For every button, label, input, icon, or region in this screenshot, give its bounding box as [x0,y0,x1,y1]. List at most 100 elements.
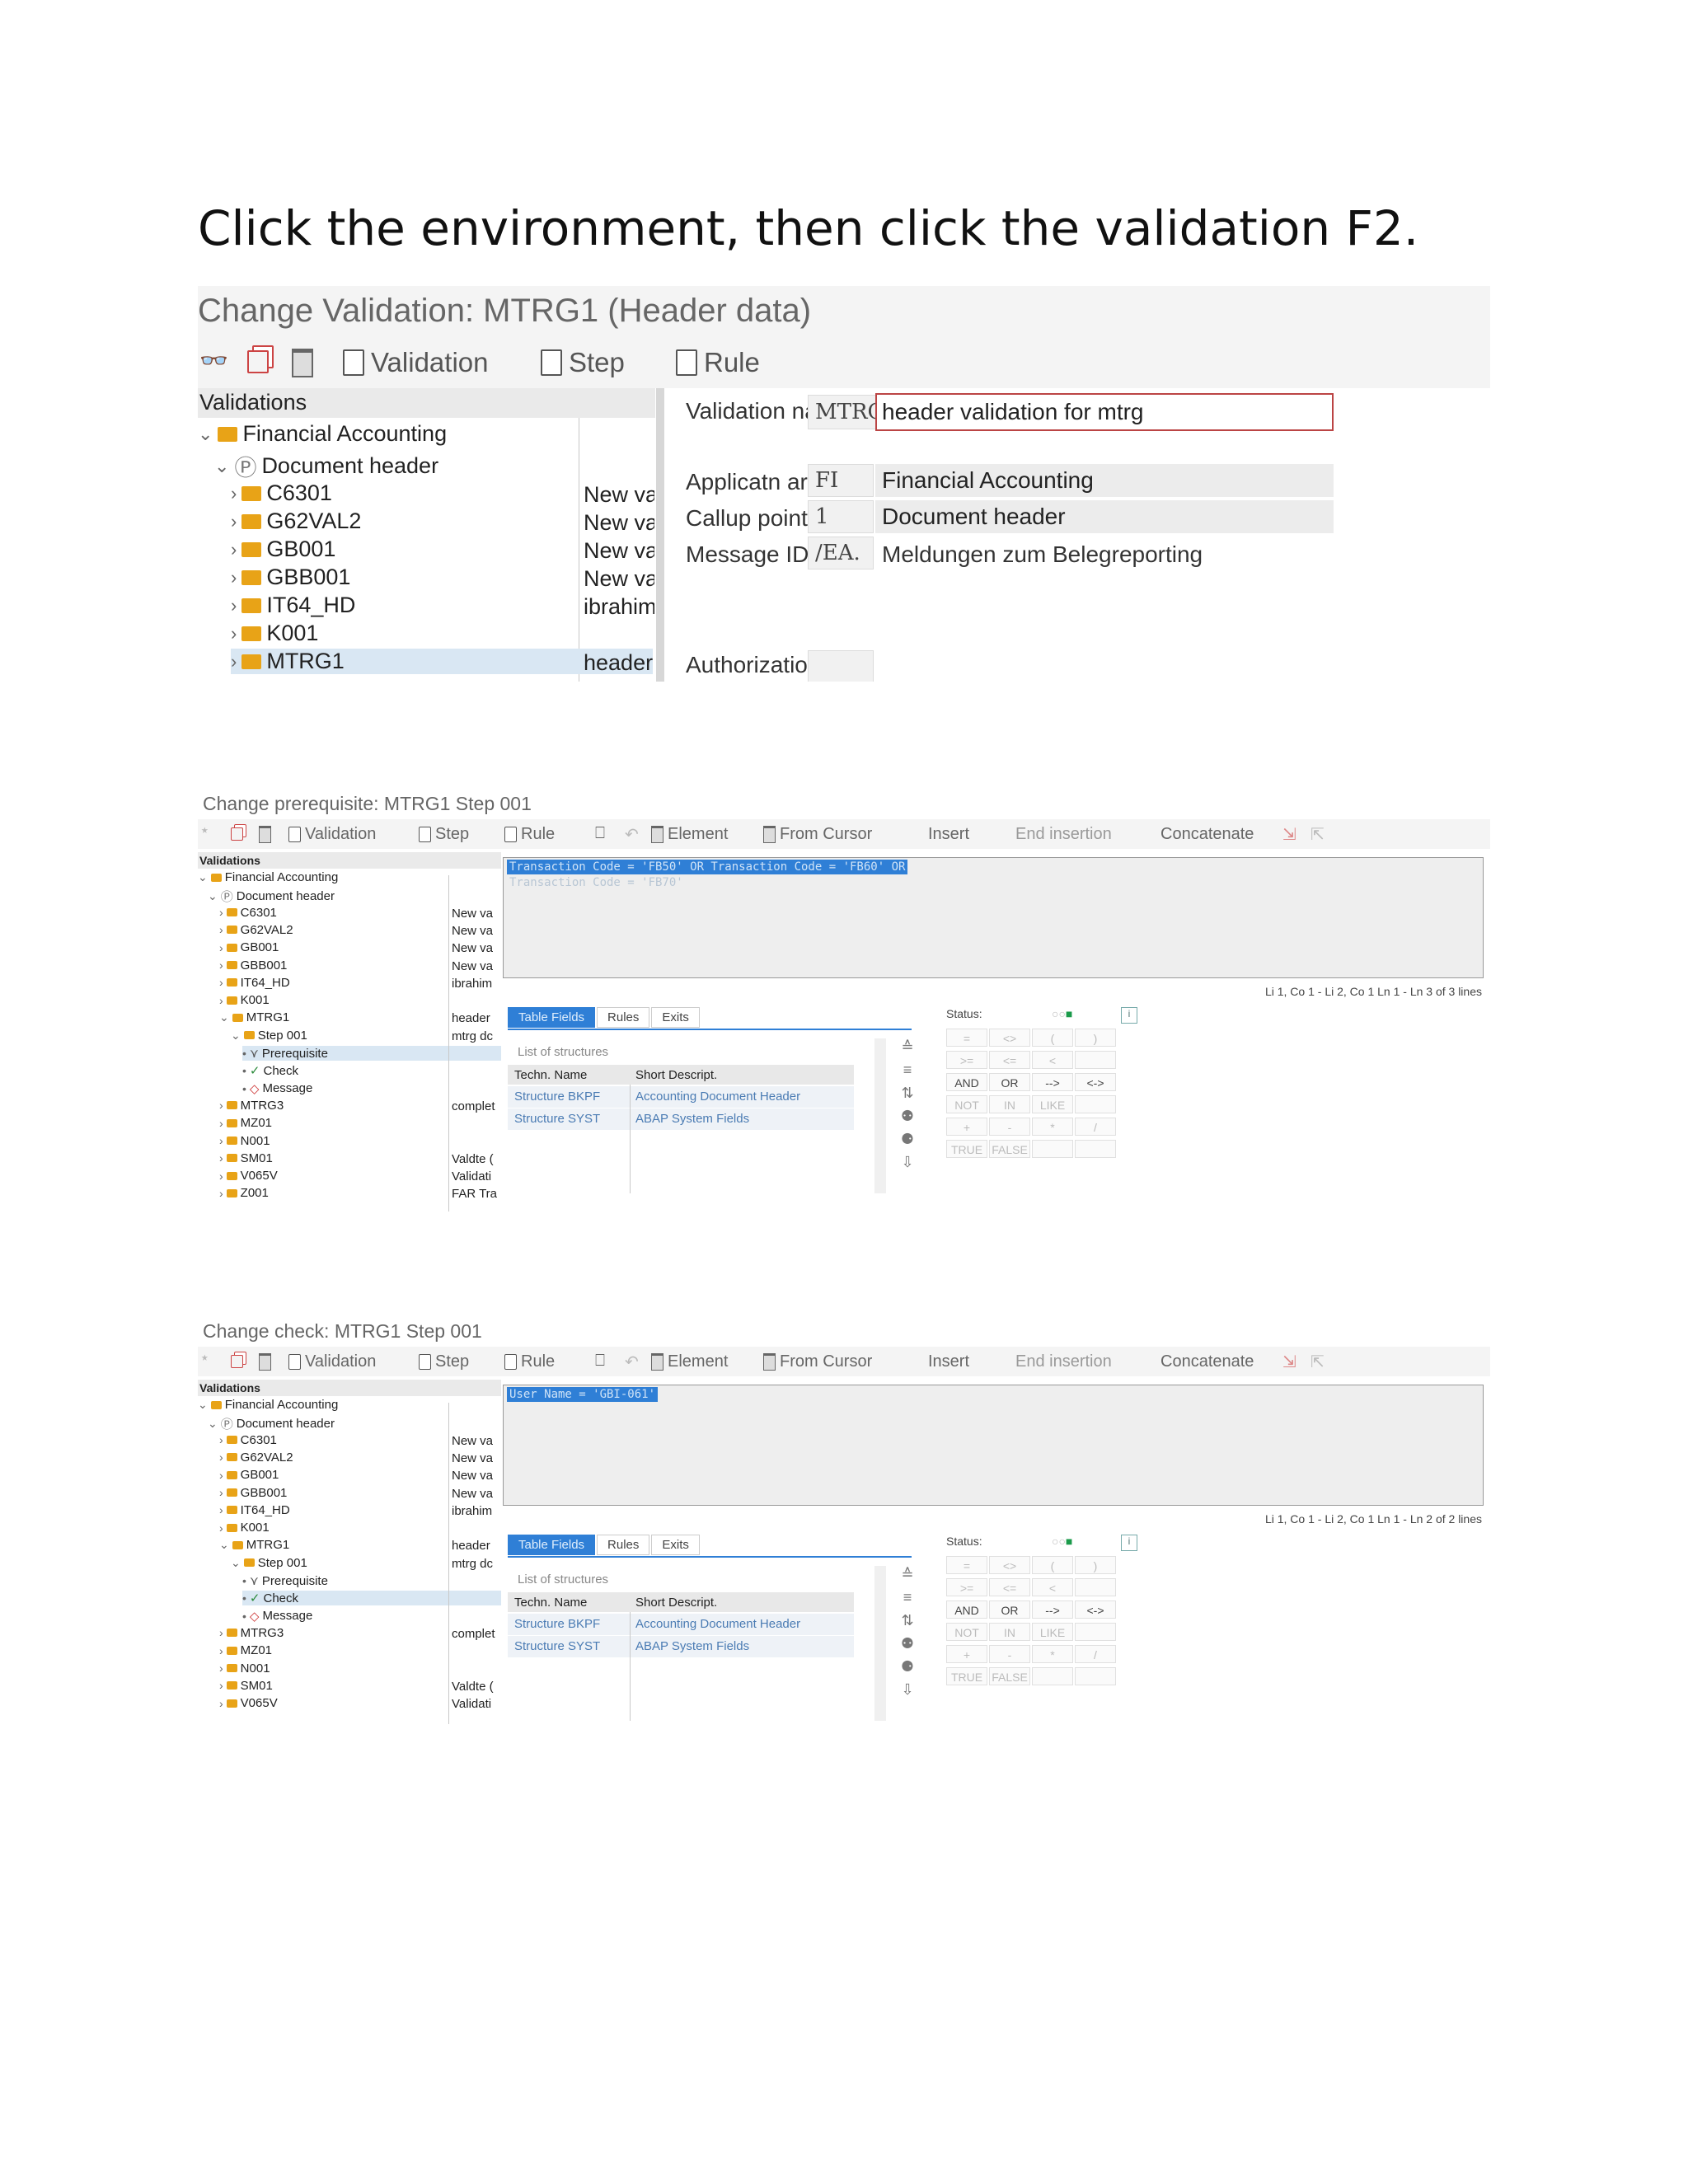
delete-button[interactable] [259,1353,271,1371]
tree-node-gb001[interactable]: › GB001 [219,940,279,954]
delete-from-cursor-button[interactable]: From Cursor [763,1352,872,1371]
formula-editor[interactable]: Transaction Code = 'FB50' OR Transaction… [503,857,1484,978]
copy-button[interactable] [231,1355,243,1368]
tab-exits[interactable]: Exits [651,1007,700,1028]
tree-node-it64_hd[interactable]: › IT64_HD [219,1503,290,1517]
display-change-icon[interactable]: 👓 [199,347,228,374]
operator-button[interactable]: < [1032,1578,1073,1596]
operator-button[interactable]: NOT [946,1095,987,1113]
undo-icon[interactable]: ↶ [625,1352,639,1372]
operator-button[interactable]: + [946,1645,987,1663]
align-top-icon[interactable]: ≙ [898,1038,917,1062]
sort-icon[interactable]: ⇅ [898,1085,917,1108]
tree-node-c6301[interactable]: › C6301 [231,480,332,506]
operator-button[interactable]: ( [1032,1556,1073,1574]
tree-node-gb001[interactable]: › GB001 [231,537,335,562]
import-icon[interactable]: ⇱ [1311,1352,1325,1372]
delete-element-button[interactable]: Element [651,825,728,844]
table-row[interactable]: Structure SYST ABAP System Fields [508,1636,854,1657]
tree-node-gbb001[interactable]: › GBB001 [219,1486,287,1500]
new-rule-button[interactable]: Rule [676,347,760,378]
undo-icon[interactable]: ↶ [625,824,639,845]
operator-button[interactable]: FALSE [989,1140,1030,1158]
operator-button[interactable]: - [989,1118,1030,1136]
delete-element-button[interactable]: Element [651,1352,728,1371]
new-step-button[interactable]: Step [419,825,469,844]
tree-node-v065v[interactable]: › V065V [219,1696,278,1710]
find-next-icon[interactable]: ⚈ [898,1658,917,1681]
tree-node-n001[interactable]: › N001 [219,1661,270,1675]
operator-button[interactable]: + [946,1118,987,1136]
operator-button[interactable]: = [946,1029,987,1047]
operator-button[interactable]: --> [1032,1073,1073,1091]
tree-node-mz01[interactable]: › MZ01 [219,1116,272,1130]
tab-table-fields[interactable]: Table Fields [508,1535,596,1555]
operator-button[interactable]: * [1032,1645,1073,1663]
operator-button[interactable]: * [1032,1118,1073,1136]
column-header-short-descript[interactable]: Short Descript. [635,1068,717,1082]
tree-node-z001[interactable]: › Z001 [219,1186,269,1200]
info-icon[interactable]: i [1121,1535,1137,1551]
operator-button[interactable]: OR [989,1073,1030,1091]
export-icon[interactable]: ⇲ [1282,1352,1296,1372]
tree-node-it64_hd[interactable]: › IT64_HD [231,593,355,618]
concatenate-button[interactable]: Concatenate [1160,1352,1254,1371]
display-change-icon[interactable]: ⭑ [201,823,209,838]
tree-node-g62val2[interactable]: › G62VAL2 [219,1451,293,1465]
new-rule-button[interactable]: Rule [504,825,555,844]
tree-node-mz01[interactable]: › MZ01 [219,1643,272,1657]
sort-icon[interactable]: ⇅ [898,1612,917,1635]
table-row[interactable]: Structure BKPF Accounting Document Header [508,1086,854,1108]
tree-node-document-header[interactable]: ⌄ Ⓟ Document header [214,450,438,482]
tree-node-sm01[interactable]: › SM01 [219,1679,273,1693]
insert-button[interactable]: Insert [928,825,969,844]
new-validation-button[interactable]: Validation [343,347,489,378]
operator-button[interactable]: ( [1032,1029,1073,1047]
tree-node-n001[interactable]: › N001 [219,1134,270,1148]
operator-button[interactable]: ) [1075,1029,1116,1047]
tree-node-gbb001[interactable]: › GBB001 [219,958,287,972]
formula-icon[interactable]: ⎕ [595,824,605,843]
operator-button[interactable]: = [946,1556,987,1574]
tab-rules[interactable]: Rules [597,1535,650,1555]
authorization-field[interactable] [808,650,874,682]
operator-button[interactable]: >= [946,1051,987,1069]
column-header-techn-name[interactable]: Techn. Name [514,1596,587,1610]
operator-button[interactable]: >= [946,1578,987,1596]
align-bottom-icon[interactable]: ≡ [898,1589,917,1612]
copy-button[interactable] [231,827,243,841]
operator-button[interactable]: / [1075,1645,1116,1663]
tree-node-prerequisite[interactable]: • ⋎ Prerequisite [242,1573,328,1589]
new-validation-button[interactable]: Validation [288,825,376,844]
end-insertion-button[interactable]: End insertion [1015,1352,1112,1371]
tree-node-prerequisite[interactable]: • ⋎ Prerequisite [242,1046,501,1061]
operator-button[interactable]: <= [989,1051,1030,1069]
import-icon[interactable]: ⇱ [1311,824,1325,845]
export-icon[interactable]: ⇲ [1282,824,1296,845]
tree-node-k001[interactable]: › K001 [219,993,270,1007]
tree-node-step-001[interactable]: ⌄ Step 001 [231,1556,307,1570]
operator-button[interactable]: ) [1075,1556,1116,1574]
tree-node-mtrg1[interactable]: ⌄ MTRG1 [219,1538,289,1552]
align-bottom-icon[interactable]: ≡ [898,1062,917,1085]
tree-node-mtrg3[interactable]: › MTRG3 [219,1626,284,1640]
new-rule-button[interactable]: Rule [504,1352,555,1371]
tree-node-mtrg1[interactable]: ⌄ MTRG1 [219,1010,289,1024]
tree-node-g62val2[interactable]: › G62VAL2 [231,509,361,534]
list-scrollbar[interactable] [874,1566,886,1721]
delete-button[interactable] [292,349,313,377]
tree-node-document-header[interactable]: ⌄ Ⓟ Document header [208,1415,335,1432]
operator-button[interactable]: <> [989,1556,1030,1574]
tree-node-k001[interactable]: › K001 [219,1521,270,1535]
display-change-icon[interactable]: ⭑ [201,1351,209,1366]
copy-button[interactable] [247,350,269,373]
table-row[interactable]: Structure BKPF Accounting Document Header [508,1614,854,1635]
delete-button[interactable] [259,826,271,843]
tree-node-g62val2[interactable]: › G62VAL2 [219,923,293,937]
tree-node-message[interactable]: • ◇ Message [242,1081,312,1096]
tree-node-it64_hd[interactable]: › IT64_HD [219,976,290,990]
validation-description-input[interactable]: header validation for mtrg [875,393,1334,431]
find-icon[interactable]: ⚉ [898,1635,917,1658]
formula-icon[interactable]: ⎕ [595,1352,605,1371]
operator-button[interactable]: IN [989,1623,1030,1641]
